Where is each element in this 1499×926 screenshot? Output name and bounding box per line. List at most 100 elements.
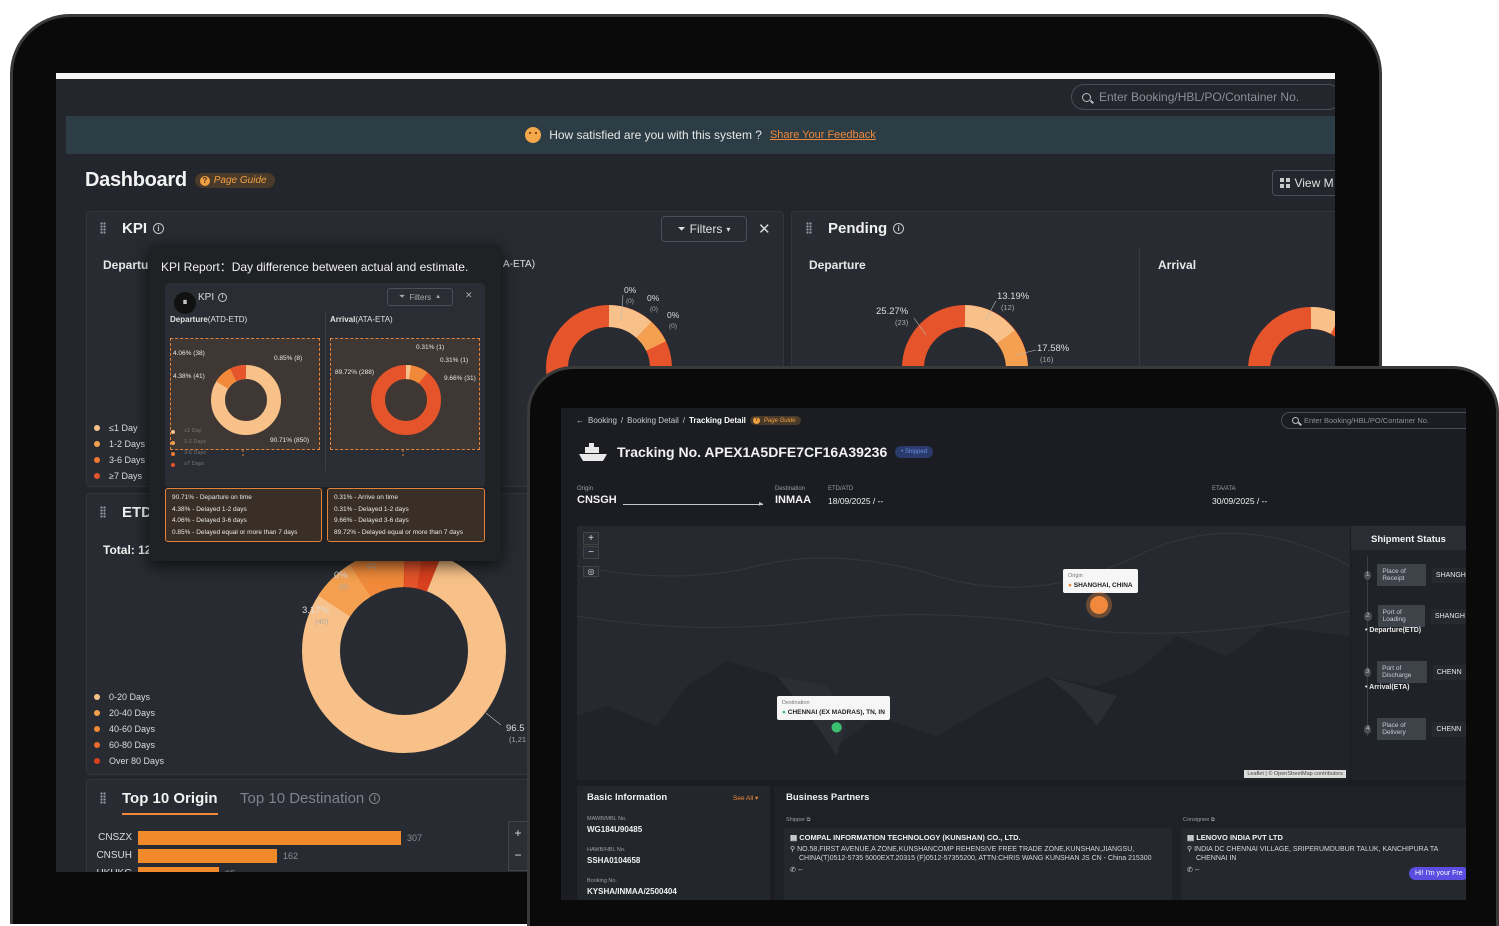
info-icon[interactable]: i bbox=[153, 223, 164, 234]
etd-donut: 0% (0) 3.17% (40) (1) 96.5 (1,21 bbox=[286, 553, 536, 753]
status-row-receipt: 1Place of ReceiptSHANGH bbox=[1364, 564, 1466, 586]
pct-label: 4.38% (41) bbox=[173, 373, 205, 380]
drag-handle-icon[interactable] bbox=[806, 222, 812, 234]
origin-marker-icon[interactable] bbox=[1090, 596, 1108, 614]
drag-handle-icon[interactable] bbox=[100, 222, 106, 234]
shipper-card: ▤ COMPAL INFORMATION TECHNOLOGY (KUNSHAN… bbox=[784, 828, 1172, 900]
count-label: (23) bbox=[895, 318, 909, 327]
feedback-link[interactable]: Share Your Feedback bbox=[770, 129, 876, 141]
donut-segment bbox=[1006, 337, 1017, 368]
map-attribution[interactable]: Leaflet | © OpenStreetMap contributors bbox=[1244, 770, 1346, 778]
pct-label: 96.5 bbox=[506, 723, 525, 734]
drag-handle-icon[interactable] bbox=[100, 506, 106, 518]
map-landmass bbox=[577, 526, 1350, 780]
kpi-title: KPIi bbox=[122, 220, 164, 237]
copy-icon[interactable]: ⧉ bbox=[807, 817, 811, 823]
shipment-map[interactable]: + − ◎ Origin ● SHANGHAI, CHINA Destinati… bbox=[577, 526, 1350, 780]
pct-label: 0% bbox=[647, 293, 660, 303]
tracking-screen: ← Booking/ Booking Detail/ Tracking Deta… bbox=[561, 408, 1466, 900]
legend-item: 60-80 Days bbox=[94, 737, 164, 753]
cursor-badge-icon: ⏸ bbox=[174, 292, 196, 314]
building-icon: ▤ bbox=[1187, 833, 1194, 842]
close-icon[interactable]: ✕ bbox=[758, 220, 771, 238]
bar[interactable] bbox=[138, 849, 277, 863]
tab-top10-destination[interactable]: Top 10 Destinationi bbox=[240, 790, 380, 807]
feedback-question: How satisfied are you with this system ? bbox=[549, 128, 762, 142]
filter-icon: ⏷ bbox=[678, 224, 686, 235]
legend-dot bbox=[94, 758, 100, 764]
info-icon[interactable]: i bbox=[893, 223, 904, 234]
arrival-event: • Arrival(ETA) bbox=[1365, 684, 1409, 691]
pct-label: 9.66% (31) bbox=[444, 375, 476, 382]
question-icon: ? bbox=[753, 417, 760, 424]
donut-segment bbox=[233, 372, 246, 375]
pin-icon: ● bbox=[1068, 582, 1072, 589]
bar[interactable] bbox=[138, 867, 219, 873]
breadcrumb-booking-detail[interactable]: Booking Detail bbox=[627, 416, 679, 425]
pct-label: 0% bbox=[667, 310, 680, 320]
count-label: (40) bbox=[315, 617, 329, 626]
kpi-report-tooltip: KPI Report：Day difference between actual… bbox=[149, 245, 501, 561]
destination-marker-icon[interactable]: ⬤ bbox=[831, 722, 842, 733]
basic-info-title: Basic Information bbox=[587, 792, 667, 803]
legend-item: 0-20 Days bbox=[94, 689, 164, 705]
donut-ring bbox=[378, 372, 434, 428]
count-label: (1,21 bbox=[509, 735, 526, 744]
caret-down-icon: ▾ bbox=[726, 225, 730, 234]
bar[interactable] bbox=[138, 831, 401, 845]
legend-item: 1-2 Days bbox=[171, 437, 206, 448]
status-row-discharge: 3Port of DischargeCHENN bbox=[1364, 661, 1466, 683]
zoom-in-button[interactable]: + bbox=[509, 822, 527, 844]
legend-dot bbox=[94, 473, 100, 479]
chat-bubble[interactable]: Hi! I'm your Fre bbox=[1409, 867, 1466, 880]
legend-item: ≤1 Day bbox=[171, 426, 206, 437]
map-zoom-out-button[interactable]: − bbox=[583, 546, 599, 559]
feedback-banner: How satisfied are you with this system ?… bbox=[66, 116, 1335, 154]
breadcrumb-booking[interactable]: Booking bbox=[588, 416, 617, 425]
pending-arrival-label: Arrival bbox=[1158, 258, 1196, 272]
field-mawb: MAWB/MBL No.WG184U90485 bbox=[587, 816, 642, 834]
legend-item: 1-2 Days bbox=[94, 436, 145, 452]
pending-departure-donut: 13.19% (12) 25.27% (23) 17.58% (16) bbox=[856, 273, 1096, 373]
building-icon: ▤ bbox=[790, 833, 797, 842]
locate-icon[interactable]: ◎ bbox=[583, 566, 599, 577]
see-all-link[interactable]: See All ▾ bbox=[733, 794, 758, 802]
tracking-header: Tracking No. APEX1A5DFE7CF16A39236 • Shi… bbox=[577, 442, 933, 462]
donut-segment bbox=[644, 330, 656, 346]
business-partners-panel: Business Partners Shipper ⧉ ▤ COMPAL INF… bbox=[774, 786, 1466, 900]
consignee-card: ▤ LENOVO INDIA PVT LTD ⚲ INDIA DC CHENNA… bbox=[1181, 828, 1466, 900]
pct-label: 0.31% (1) bbox=[440, 357, 468, 364]
screen-top-bezel bbox=[56, 73, 1335, 79]
etd-legend: 0-20 Days 20-40 Days 40-60 Days 60-80 Da… bbox=[94, 689, 164, 769]
tab-top10-origin[interactable]: Top 10 Origin bbox=[122, 790, 218, 815]
grid-icon bbox=[1280, 178, 1290, 188]
departure-event: • Departure(ETD) bbox=[1365, 627, 1421, 634]
info-icon[interactable]: i bbox=[369, 793, 380, 804]
kpi-filters-button[interactable]: ⏷Filters▾ bbox=[661, 216, 747, 242]
zoom-out-button[interactable]: − bbox=[509, 844, 527, 866]
view-mode-button[interactable]: View M bbox=[1272, 170, 1335, 196]
search-input[interactable]: Enter Booking/HBL/PO/Container No. bbox=[1071, 84, 1335, 110]
back-arrow-icon[interactable]: ← bbox=[576, 416, 584, 425]
legend-dot bbox=[94, 710, 100, 716]
map-zoom-in-button[interactable]: + bbox=[583, 532, 599, 545]
kpi-legend: ≤1 Day 1-2 Days 3-6 Days ≥7 Days bbox=[94, 420, 145, 484]
legend-dot bbox=[94, 441, 100, 447]
pending-arrival-donut bbox=[1246, 298, 1335, 373]
donut-segment bbox=[1311, 318, 1335, 324]
copy-icon[interactable]: ⧉ bbox=[1211, 817, 1215, 823]
search-input[interactable]: Enter Booking/HBL/PO/Container No. bbox=[1281, 412, 1466, 429]
tooltip-kpi-preview: ⏸ KPIi ⏷Filters▲ ✕ Departure(ATD-ETD) Ar… bbox=[165, 283, 485, 487]
page-guide-button[interactable]: ?Page Guide bbox=[195, 173, 275, 188]
zoom-control[interactable]: +− bbox=[508, 821, 528, 871]
drag-handle-icon[interactable] bbox=[100, 792, 106, 804]
count-label: (0) bbox=[339, 582, 349, 591]
bar-value-label: 95 bbox=[225, 869, 235, 873]
search-icon bbox=[1082, 93, 1091, 102]
legend-item: 3-6 Days bbox=[171, 448, 206, 459]
pct-label: 0.85% (8) bbox=[274, 355, 302, 362]
destination-pin-label: Destination ● CHENNAI (EX MADRAS), TN, I… bbox=[777, 696, 890, 720]
departure-explanation: 90.71% - Departure on time 4.38% - Delay… bbox=[165, 488, 322, 542]
page-guide-button[interactable]: ?Page Guide bbox=[750, 416, 801, 425]
bar-value-label: 162 bbox=[283, 851, 298, 861]
